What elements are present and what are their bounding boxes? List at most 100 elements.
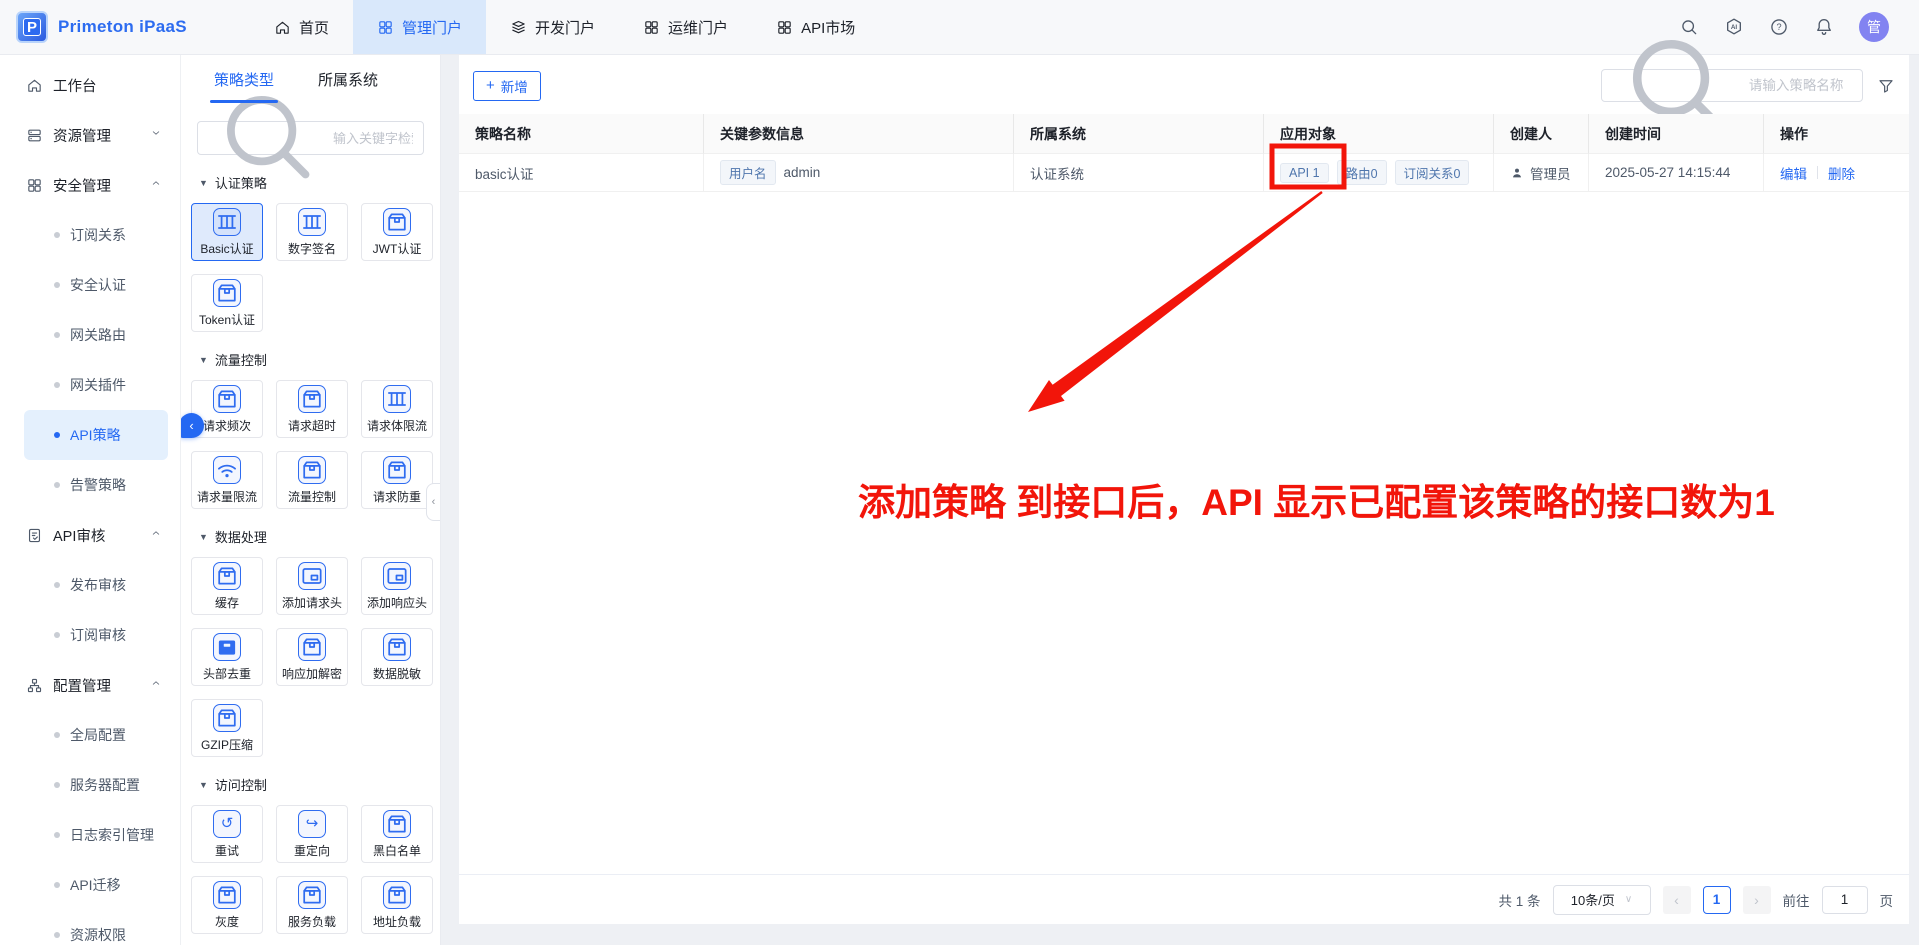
sidebar-item-工作台[interactable]: 工作台	[0, 60, 180, 110]
cell-created-at: 2025-05-27 14:15:44	[1589, 154, 1764, 192]
help-icon[interactable]: ?	[1769, 17, 1789, 37]
page-size-value: 10条/页	[1571, 890, 1615, 909]
policy-card-请求超时[interactable]: 请求超时	[276, 380, 348, 438]
cardic-icon	[298, 562, 326, 590]
policy-card-GZIP压缩[interactable]: GZIP压缩	[191, 699, 263, 757]
bullet-icon	[54, 382, 60, 388]
total-count: 共 1 条	[1498, 890, 1540, 910]
notifications-bell-icon[interactable]	[1814, 17, 1834, 37]
sidebar-subitem-发布审核[interactable]: 发布审核	[24, 560, 168, 610]
package-icon	[213, 704, 241, 732]
nav-item-管理门户[interactable]: 管理门户	[353, 0, 486, 54]
tree-icon	[26, 677, 43, 694]
column-header-所属系统: 所属系统	[1014, 114, 1264, 154]
param-tag: 用户名	[720, 160, 776, 185]
sidebar-subitem-网关路由[interactable]: 网关路由	[24, 310, 168, 360]
target-tag-highlighted[interactable]: API 1	[1280, 163, 1329, 183]
page-size-select[interactable]: 10条/页 ∨	[1553, 885, 1651, 915]
sidebar-subitem-网关插件[interactable]: 网关插件	[24, 360, 168, 410]
sidebar-subitem-安全认证[interactable]: 安全认证	[24, 260, 168, 310]
nav-item-开发门户[interactable]: 开发门户	[486, 0, 619, 54]
policy-card-添加请求头[interactable]: 添加请求头	[276, 557, 348, 615]
user-avatar[interactable]: 管	[1859, 12, 1889, 42]
filter-funnel-icon[interactable]	[1877, 77, 1895, 95]
policy-card-Token认证[interactable]: Token认证	[191, 274, 263, 332]
policy-card-JWT认证[interactable]: JWT认证	[361, 203, 433, 261]
section-title[interactable]: ▼数据处理	[199, 527, 440, 546]
sidebar-subitem-资源权限[interactable]: 资源权限	[24, 910, 168, 945]
chevron-down-icon	[150, 127, 162, 143]
nav-item-API市场[interactable]: API市场	[752, 0, 879, 54]
chevron-up-icon	[150, 177, 162, 193]
grid-icon	[643, 19, 660, 36]
main-content: + 新增 策略名称关键参数信息所属系统应用对象创建人创建时间操作basic认证用…	[441, 55, 1919, 945]
next-page-button[interactable]: ›	[1743, 886, 1771, 914]
doc-icon	[26, 527, 43, 544]
bullet-icon	[54, 482, 60, 488]
table-header-row: 策略名称关键参数信息所属系统应用对象创建人创建时间操作	[459, 114, 1909, 154]
package-icon	[213, 385, 241, 413]
table-row: basic认证用户名admin认证系统API 1路由0订阅关系0管理员2025-…	[459, 154, 1909, 192]
redirect-icon: ↪	[298, 810, 326, 838]
cell-key-params: 用户名admin	[704, 154, 1014, 192]
delete-link[interactable]: 删除	[1828, 163, 1855, 183]
goto-page-input[interactable]	[1822, 886, 1868, 914]
page-unit-label: 页	[1880, 890, 1894, 910]
package-icon	[383, 208, 411, 236]
sidebar-subitem-告警策略[interactable]: 告警策略	[24, 460, 168, 510]
sidebar-subitem-日志索引管理[interactable]: 日志索引管理	[24, 810, 168, 860]
sidebar-item-配置管理[interactable]: 配置管理	[0, 660, 180, 710]
tab-所属系统[interactable]: 所属系统	[318, 69, 378, 111]
sidebar-item-API审核[interactable]: API审核	[0, 510, 180, 560]
sidebar-item-安全管理[interactable]: 安全管理	[0, 160, 180, 210]
primary-nav: 首页管理门户开发门户运维门户API市场	[250, 0, 879, 54]
policy-card-流量控制[interactable]: 流量控制	[276, 451, 348, 509]
policy-card-服务负载[interactable]: 服务负载	[276, 876, 348, 934]
sidebar-subitem-API策略[interactable]: API策略	[24, 410, 168, 460]
policy-section-访问控制: ▼访问控制 ↺重试↪重定向黑白名单灰度服务负载地址负载	[181, 775, 440, 934]
svg-text:?: ?	[1776, 22, 1781, 32]
current-page-button[interactable]: 1	[1703, 886, 1731, 914]
nav-item-运维门户[interactable]: 运维门户	[619, 0, 752, 54]
policy-card-Basic认证[interactable]: Basic认证	[191, 203, 263, 261]
edit-link[interactable]: 编辑	[1780, 163, 1807, 183]
policy-card-重试[interactable]: ↺重试	[191, 805, 263, 863]
policy-table: 策略名称关键参数信息所属系统应用对象创建人创建时间操作basic认证用户名adm…	[459, 114, 1909, 192]
grid-icon	[377, 19, 394, 36]
policy-card-请求量限流[interactable]: 请求量限流	[191, 451, 263, 509]
sidebar-subitem-API迁移[interactable]: API迁移	[24, 860, 168, 910]
section-title[interactable]: ▼访问控制	[199, 775, 440, 794]
policy-name-search-input[interactable]	[1749, 78, 1852, 93]
sidebar-subitem-订阅关系[interactable]: 订阅关系	[24, 210, 168, 260]
prev-page-button[interactable]: ‹	[1663, 886, 1691, 914]
sidebar-item-资源管理[interactable]: 资源管理	[0, 110, 180, 160]
policy-card-地址负载[interactable]: 地址负载	[361, 876, 433, 934]
tab-策略类型[interactable]: 策略类型	[214, 69, 274, 111]
policy-card-响应加解密[interactable]: 响应加解密	[276, 628, 348, 686]
policy-card-数据脱敏[interactable]: 数据脱敏	[361, 628, 433, 686]
cell-creator: 管理员	[1494, 154, 1589, 192]
policy-card-灰度[interactable]: 灰度	[191, 876, 263, 934]
policy-card-头部去重[interactable]: 头部去重	[191, 628, 263, 686]
target-tag[interactable]: 订阅关系0	[1395, 160, 1470, 185]
policy-card-请求防重[interactable]: 请求防重	[361, 451, 433, 509]
policy-card-数字签名[interactable]: 数字签名	[276, 203, 348, 261]
policy-card-请求体限流[interactable]: 请求体限流	[361, 380, 433, 438]
bullet-icon	[54, 332, 60, 338]
keyword-search-input[interactable]	[333, 131, 413, 146]
nav-item-首页[interactable]: 首页	[250, 0, 353, 54]
sidebar-subitem-全局配置[interactable]: 全局配置	[24, 710, 168, 760]
bullet-icon	[54, 932, 60, 938]
bullet-icon	[54, 582, 60, 588]
triangle-down-icon: ▼	[199, 178, 208, 188]
panel-collapse-handle[interactable]: ‹	[426, 483, 440, 521]
policy-card-添加响应头[interactable]: 添加响应头	[361, 557, 433, 615]
policy-card-黑白名单[interactable]: 黑白名单	[361, 805, 433, 863]
policy-card-缓存[interactable]: 缓存	[191, 557, 263, 615]
section-title[interactable]: ▼流量控制	[199, 350, 440, 369]
policy-card-重定向[interactable]: ↪重定向	[276, 805, 348, 863]
target-tag[interactable]: 路由0	[1337, 160, 1387, 185]
sidebar-subitem-订阅审核[interactable]: 订阅审核	[24, 610, 168, 660]
add-button[interactable]: + 新增	[473, 71, 541, 101]
sidebar-subitem-服务器配置[interactable]: 服务器配置	[24, 760, 168, 810]
